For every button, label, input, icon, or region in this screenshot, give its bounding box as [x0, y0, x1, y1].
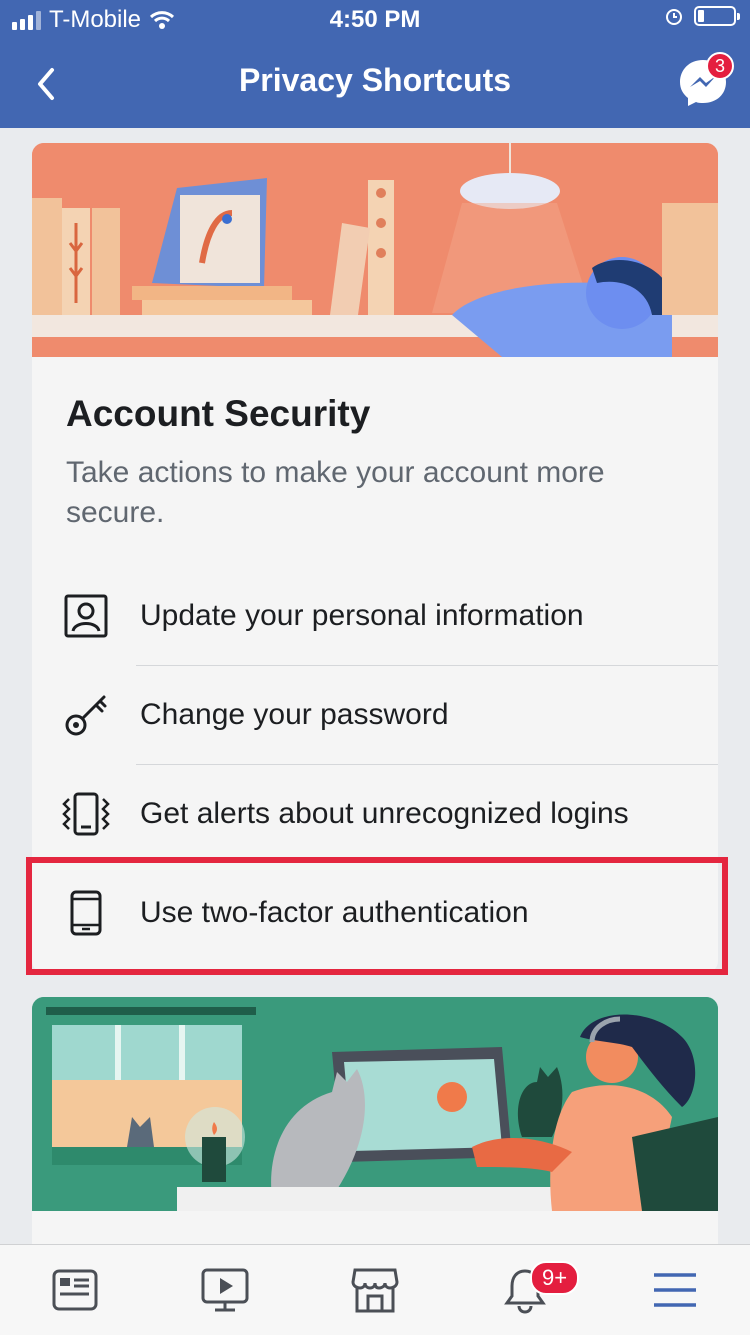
bottom-tab-bar: 9+: [0, 1244, 750, 1335]
status-bar: T-Mobile 4:50 PM: [0, 0, 750, 40]
row-label: Change your password: [140, 698, 449, 731]
account-security-card: Account Security Take actions to make yo…: [32, 143, 718, 973]
cats-computer-illustration: [32, 997, 718, 1211]
tab-news-feed[interactable]: [0, 1245, 150, 1335]
section-subtitle: Take actions to make your account more s…: [66, 456, 605, 529]
tab-watch[interactable]: [150, 1245, 300, 1335]
tab-notifications[interactable]: 9+: [450, 1245, 600, 1335]
update-personal-info-row[interactable]: Update your personal information: [32, 567, 718, 665]
key-icon: [65, 695, 107, 736]
section-heading: Account Security: [66, 393, 371, 434]
news-feed-icon: [52, 1269, 98, 1311]
clock: 4:50 PM: [329, 6, 421, 33]
messenger-button[interactable]: 3: [676, 52, 734, 110]
messenger-badge: 3: [706, 52, 734, 80]
login-alerts-row[interactable]: Get alerts about unrecognized logins: [32, 765, 718, 863]
highlight-box: [26, 857, 728, 975]
tab-menu[interactable]: [600, 1245, 750, 1335]
notifications-badge: 9+: [530, 1261, 580, 1295]
top-bar: T-Mobile 4:50 PM Privacy Shortcuts 3: [0, 0, 750, 128]
vibrating-phone-icon: [62, 792, 110, 836]
row-label: Update your personal information: [140, 599, 584, 632]
marketplace-icon: [351, 1268, 399, 1313]
menu-icon: [654, 1273, 696, 1307]
next-section-card: [32, 997, 718, 1257]
change-password-row[interactable]: Change your password: [32, 666, 718, 764]
alarm-icon: [666, 9, 682, 25]
person-card-icon: [64, 594, 108, 638]
battery-icon: [694, 6, 740, 26]
tab-marketplace[interactable]: [300, 1245, 450, 1335]
page-title: Privacy Shortcuts: [238, 62, 512, 98]
row-label: Get alerts about unrecognized logins: [140, 797, 629, 830]
bookshelf-illustration: [32, 143, 718, 357]
watch-video-icon: [201, 1268, 249, 1312]
